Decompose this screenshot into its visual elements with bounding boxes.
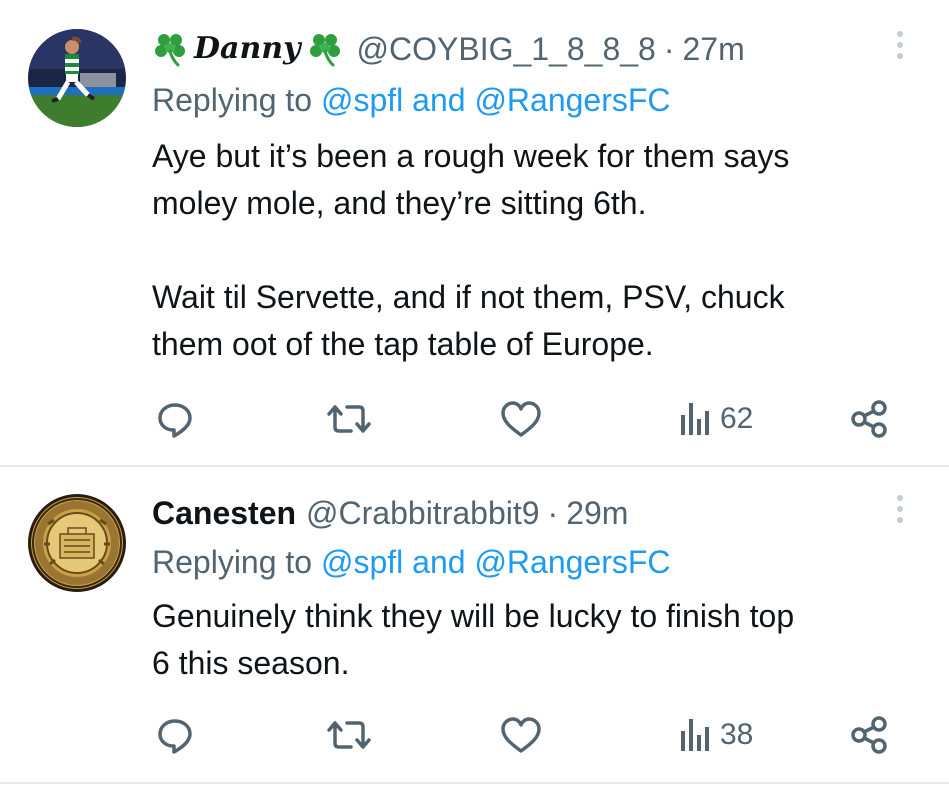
replying-to: Replying to @spfl and @RangersFC	[152, 542, 671, 582]
more-options-icon[interactable]	[888, 25, 912, 65]
replying-to-label: Replying to	[152, 544, 313, 580]
share-icon	[850, 715, 890, 755]
tweet-header: Canesten @Crabbitrabbit9 · 29m	[152, 493, 628, 533]
views-icon	[678, 715, 712, 755]
separator-dot: ·	[663, 31, 675, 67]
tweet-text-line	[152, 227, 922, 274]
views-button[interactable]: 38	[678, 715, 753, 755]
mention-and[interactable]: and	[412, 544, 465, 580]
like-icon	[500, 715, 542, 755]
user-handle[interactable]: @COYBIG_1_8_8_8	[357, 29, 656, 69]
views-icon	[678, 399, 712, 439]
reply-button[interactable]	[155, 715, 195, 755]
mention-link[interactable]: @spfl	[321, 544, 403, 580]
clover-icon	[152, 31, 188, 67]
clover-icon	[307, 31, 343, 67]
share-icon	[850, 399, 890, 439]
tweet-text-line: Aye but it’s been a rough week for them …	[152, 138, 790, 174]
reply-button[interactable]	[155, 399, 195, 439]
share-button[interactable]	[850, 715, 890, 755]
mention-link[interactable]: @RangersFC	[474, 82, 670, 118]
reply-icon	[155, 715, 195, 755]
tweet[interactable]: Canesten @Crabbitrabbit9 · 29m Replying …	[0, 467, 949, 783]
retweet-icon	[327, 399, 371, 439]
replying-to: Replying to @spfl and @RangersFC	[152, 80, 671, 120]
like-button[interactable]	[500, 715, 542, 755]
display-name[interactable]: Canesten	[152, 493, 296, 533]
tweet-text-line: 6 this season.	[152, 645, 350, 681]
retweet-button[interactable]	[327, 715, 371, 755]
user-handle[interactable]: @Crabbitrabbit9	[306, 493, 539, 533]
timestamp[interactable]: 29m	[566, 493, 628, 533]
replying-to-label: Replying to	[152, 82, 313, 118]
timestamp[interactable]: 27m	[683, 29, 745, 69]
share-button[interactable]	[850, 399, 890, 439]
display-name[interactable]: Danny	[194, 29, 301, 69]
tweet-text: Genuinely think they will be lucky to fi…	[152, 593, 922, 687]
separator-dot: ·	[547, 495, 559, 531]
views-count: 62	[720, 402, 754, 435]
mention-and[interactable]: and	[412, 82, 465, 118]
more-options-icon[interactable]	[888, 489, 912, 529]
reply-icon	[155, 399, 195, 439]
divider	[0, 782, 949, 784]
retweet-button[interactable]	[327, 399, 371, 439]
tweet-text-line: Genuinely think they will be lucky to fi…	[152, 598, 795, 634]
retweet-icon	[327, 715, 371, 755]
tweet-text-line: them oot of the tap table of Europe.	[152, 326, 654, 362]
tweet-text-line: Wait til Servette, and if not them, PSV,…	[152, 279, 785, 315]
tweet-text: Aye but it’s been a rough week for them …	[152, 133, 922, 368]
like-button[interactable]	[500, 399, 542, 439]
mention-link[interactable]: @spfl	[321, 82, 403, 118]
gold-crest-avatar[interactable]	[28, 494, 126, 592]
action-bar: 62	[0, 399, 949, 439]
tweet[interactable]: Danny @COYBIG_1_8_8_8 · 27m Replying to …	[0, 0, 949, 466]
tweet-header: Danny @COYBIG_1_8_8_8 · 27m	[152, 29, 745, 69]
views-count: 38	[720, 718, 754, 751]
views-button[interactable]: 62	[678, 399, 753, 439]
action-bar: 38	[0, 715, 949, 755]
footballer-photo-avatar[interactable]	[28, 29, 126, 127]
tweet-text-line: moley mole, and they’re sitting 6th.	[152, 185, 647, 221]
like-icon	[500, 399, 542, 439]
mention-link[interactable]: @RangersFC	[474, 544, 670, 580]
